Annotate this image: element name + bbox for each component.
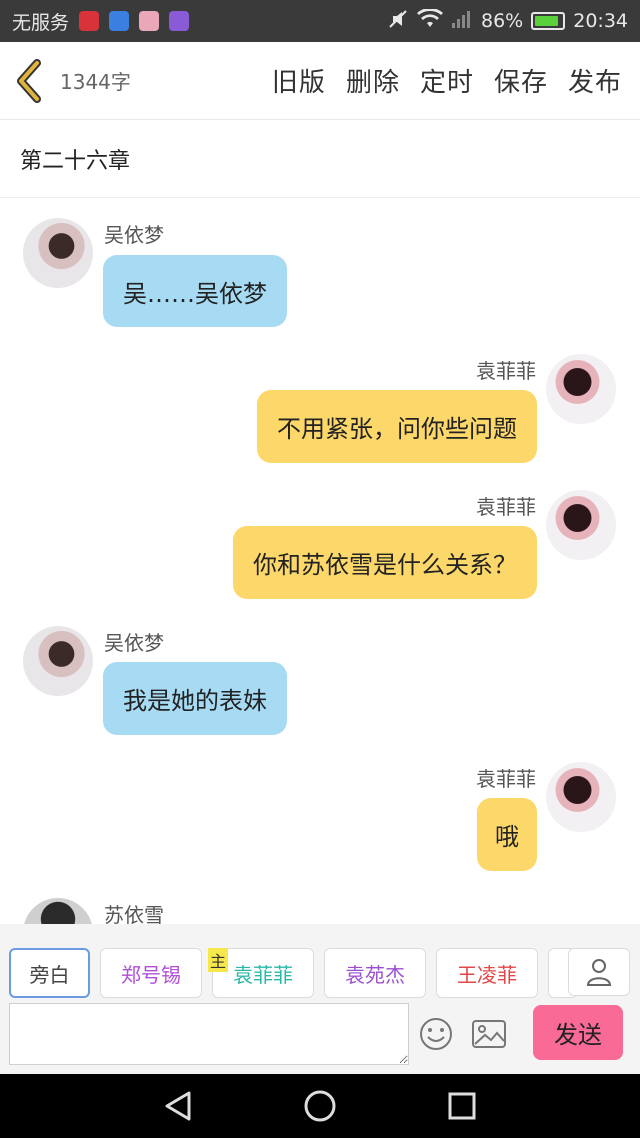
- message-bubble[interactable]: 不用紧张，问你些问题: [257, 390, 537, 463]
- main-role-badge: 主: [208, 948, 229, 972]
- status-bar: 无服务 86% 20:34: [0, 0, 640, 42]
- avatar[interactable]: [546, 762, 616, 832]
- message-bubble[interactable]: 我是她的表妹: [103, 662, 287, 735]
- role-narrator[interactable]: 旁白: [9, 948, 90, 998]
- nav-recents-button[interactable]: [444, 1088, 480, 1124]
- role-label: 袁苑杰: [345, 962, 405, 987]
- message-bubble[interactable]: 哦: [477, 798, 537, 871]
- message-bubble[interactable]: 你和苏依雪是什么关系？: [233, 526, 537, 599]
- speaker-name: 袁菲菲: [476, 767, 536, 791]
- mute-icon: [387, 8, 409, 35]
- signal-icon: [451, 9, 473, 34]
- speaker-name: 袁菲菲: [476, 359, 536, 383]
- role-label: 袁菲菲: [233, 962, 293, 987]
- role-character[interactable]: 王凌菲: [436, 948, 538, 998]
- send-button[interactable]: 发送: [533, 1005, 623, 1060]
- role-label: 郑号锡: [121, 962, 181, 987]
- speaker-name: 袁菲菲: [476, 495, 536, 519]
- publish-button[interactable]: 发布: [568, 62, 622, 99]
- triangle-back-icon: [165, 1091, 191, 1121]
- avatar[interactable]: [23, 626, 93, 696]
- square-recents-icon: [448, 1092, 476, 1120]
- back-button[interactable]: [0, 42, 60, 120]
- header-actions: 旧版 删除 定时 保存 发布: [272, 62, 640, 99]
- clock: 20:34: [573, 10, 628, 32]
- message-input[interactable]: [9, 1003, 409, 1065]
- role-label: 王凌菲: [457, 962, 517, 987]
- avatar[interactable]: [546, 490, 616, 560]
- speaker-name: 吴依梦: [104, 631, 164, 655]
- nav-back-button[interactable]: [160, 1088, 196, 1124]
- app-notification-icon: [79, 11, 100, 31]
- schedule-button[interactable]: 定时: [420, 62, 474, 99]
- role-label: 旁白: [29, 962, 70, 987]
- gallery-app-icon: [169, 11, 190, 31]
- old-version-button[interactable]: 旧版: [272, 62, 326, 99]
- avatar[interactable]: [23, 898, 93, 924]
- person-icon: [586, 959, 612, 986]
- editor-header: 1344字 旧版 删除 定时 保存 发布: [0, 42, 640, 120]
- role-character[interactable]: 袁苑杰: [324, 948, 426, 998]
- avatar[interactable]: [546, 354, 616, 424]
- speaker-name: 苏依雪: [104, 903, 164, 924]
- photo-app-icon: [139, 11, 160, 31]
- input-bar: 发送: [0, 1000, 640, 1074]
- nav-home-button[interactable]: [302, 1088, 338, 1124]
- message-bubble[interactable]: 吴……吴依梦: [103, 255, 287, 327]
- emoji-button[interactable]: [416, 1014, 456, 1054]
- image-icon: [472, 1020, 506, 1048]
- manage-roles-button[interactable]: [568, 948, 630, 996]
- avatar[interactable]: [23, 218, 93, 288]
- chapter-title[interactable]: 第二十六章: [0, 120, 640, 198]
- chat-area[interactable]: 吴依梦 吴……吴依梦 袁菲菲 不用紧张，问你些问题 袁菲菲 你和苏依雪是什么关系…: [0, 199, 640, 924]
- delete-button[interactable]: 删除: [346, 62, 400, 99]
- role-character[interactable]: 郑号锡: [100, 948, 202, 998]
- chevron-left-icon: [17, 58, 41, 103]
- speaker-name: 吴依梦: [104, 223, 164, 247]
- word-count: 1344字: [60, 70, 131, 94]
- role-selector: 旁白 郑号锡 袁菲菲 主 袁苑杰 王凌菲: [0, 924, 640, 1000]
- battery-percent: 86%: [481, 10, 524, 32]
- location-icon: [109, 11, 130, 31]
- circle-home-icon: [304, 1090, 336, 1122]
- wifi-icon: [417, 7, 443, 34]
- save-button[interactable]: 保存: [494, 62, 548, 99]
- battery-icon: [531, 12, 566, 30]
- carrier-text: 无服务: [12, 11, 70, 34]
- emoji-icon: [420, 1018, 452, 1050]
- image-button[interactable]: [469, 1014, 509, 1054]
- system-nav-bar: [0, 1074, 640, 1138]
